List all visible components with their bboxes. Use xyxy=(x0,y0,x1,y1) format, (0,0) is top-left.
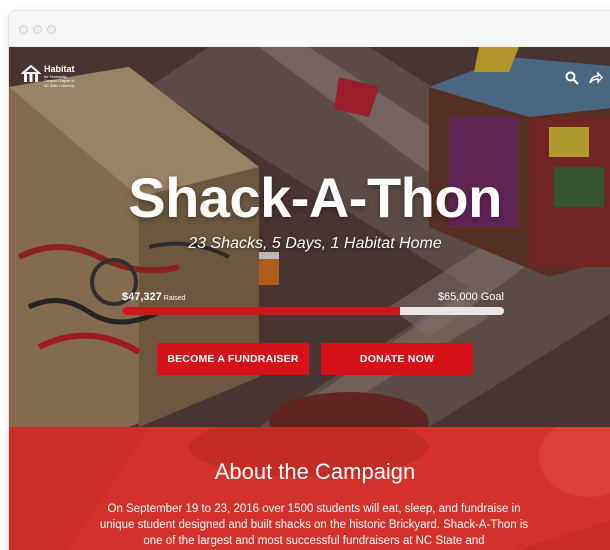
logo-name: Habitat xyxy=(44,64,75,74)
habitat-house-icon xyxy=(21,65,41,82)
goal-amount: $65,000 Goal xyxy=(437,291,504,303)
become-fundraiser-button[interactable]: BECOME A FUNDRAISER xyxy=(157,343,309,375)
about-heading: About the Campaign xyxy=(214,459,416,484)
search-icon[interactable] xyxy=(565,71,579,85)
progress-bar-fill xyxy=(122,307,401,315)
page-title: Shack-A-Thon xyxy=(128,166,502,229)
window-close-dot[interactable] xyxy=(19,25,28,34)
progress-bar xyxy=(122,307,504,315)
share-icon[interactable] xyxy=(589,71,603,85)
page-subtitle: 23 Shacks, 5 Days, 1 Habitat Home xyxy=(188,235,442,252)
header-icons xyxy=(565,71,610,85)
browser-chrome xyxy=(9,11,610,47)
window-minimize-dot[interactable] xyxy=(33,25,42,34)
fundraising-progress: $47,327 Raised $65,000 Goal xyxy=(122,291,504,315)
raised-amount: $47,327 xyxy=(122,291,162,303)
window-maximize-dot[interactable] xyxy=(47,25,56,34)
about-body-text: On September 19 to 23, 2016 over 1500 st… xyxy=(99,503,529,547)
logo-university: NC State University xyxy=(44,83,75,88)
donate-now-button[interactable]: DONATE NOW xyxy=(321,343,473,375)
logo-chapter: Campus Chapter of xyxy=(44,79,75,83)
browser-window: Habitat for Humanity Campus Chapter of N… xyxy=(8,10,610,550)
raised-text: Raised xyxy=(163,295,186,302)
habitat-logo[interactable]: Habitat for Humanity Campus Chapter of N… xyxy=(21,65,75,88)
hero-section: Habitat for Humanity Campus Chapter of N… xyxy=(9,47,610,427)
about-section: About the Campaign On September 19 to 23… xyxy=(9,427,610,550)
